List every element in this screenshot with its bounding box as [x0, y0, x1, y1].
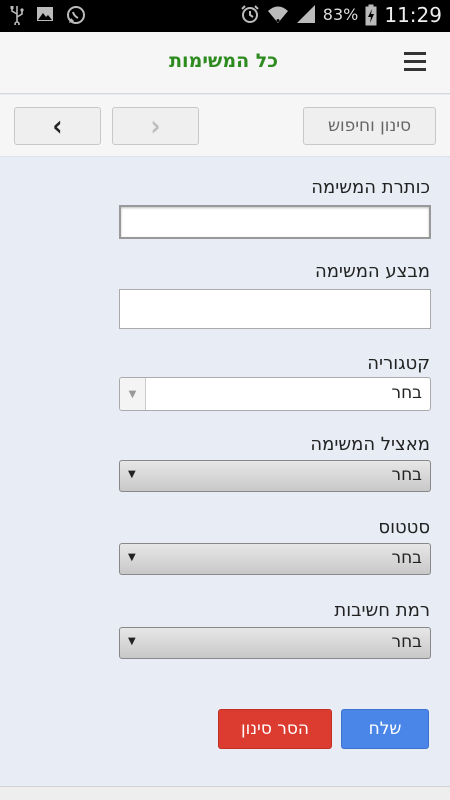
- filter-form: כותרת המשימה מבצע המשימה קטגוריה ▼ בחר מ…: [0, 158, 450, 786]
- system-icons: 83% 11:29: [240, 4, 442, 26]
- dropdown-arrow-icon: ▼: [128, 636, 136, 647]
- signal-icon: [296, 4, 316, 26]
- priority-value: בחר: [391, 632, 422, 652]
- alarm-icon: [240, 4, 260, 26]
- battery-charging-icon: [365, 4, 377, 26]
- chevron-left-icon: ‹: [52, 109, 63, 143]
- filter-search-button[interactable]: סינון וחיפוש: [303, 107, 436, 145]
- previous-button[interactable]: ‹: [14, 107, 101, 145]
- dropdown-arrow-icon: ▼: [128, 469, 136, 480]
- image-icon: [36, 5, 54, 27]
- page-title: כל המשימות: [169, 50, 278, 72]
- app-header: כל המשימות: [0, 32, 450, 94]
- category-value: בחר: [391, 383, 422, 403]
- status-select[interactable]: ▼ בחר: [119, 543, 431, 575]
- clock: 11:29: [384, 3, 442, 27]
- toolbar: סינון וחיפוש › ‹: [0, 95, 450, 157]
- status-value: בחר: [391, 548, 422, 568]
- chevron-down-icon: ▼: [120, 378, 146, 410]
- usb-icon: [10, 5, 24, 27]
- status-bar: 83% 11:29: [0, 0, 450, 32]
- clear-filter-button[interactable]: הסר סינון: [218, 709, 332, 749]
- task-assigner-label: מאציל המשימה: [310, 434, 430, 455]
- next-button[interactable]: ›: [112, 107, 199, 145]
- whatsapp-icon: [66, 5, 86, 27]
- task-assigner-select[interactable]: ▼ בחר: [119, 460, 431, 492]
- notification-icons: [10, 5, 86, 27]
- chevron-right-icon: ›: [150, 109, 161, 143]
- battery-percent: 83%: [322, 5, 359, 24]
- category-label: קטגוריה: [367, 353, 430, 374]
- status-label: סטטוס: [378, 517, 430, 538]
- task-executor-input[interactable]: [119, 289, 431, 329]
- hamburger-icon[interactable]: [404, 52, 426, 72]
- category-select[interactable]: ▼ בחר: [119, 377, 431, 411]
- task-executor-label: מבצע המשימה: [314, 261, 430, 282]
- wifi-icon: [267, 4, 289, 26]
- priority-label: רמת חשיבות: [334, 600, 430, 621]
- send-button[interactable]: שלח: [341, 709, 429, 749]
- bottom-strip: [0, 786, 450, 800]
- task-assigner-value: בחר: [391, 465, 422, 485]
- priority-select[interactable]: ▼ בחר: [119, 627, 431, 659]
- task-title-input[interactable]: [119, 205, 431, 239]
- task-title-label: כותרת המשימה: [311, 177, 430, 198]
- dropdown-arrow-icon: ▼: [128, 552, 136, 563]
